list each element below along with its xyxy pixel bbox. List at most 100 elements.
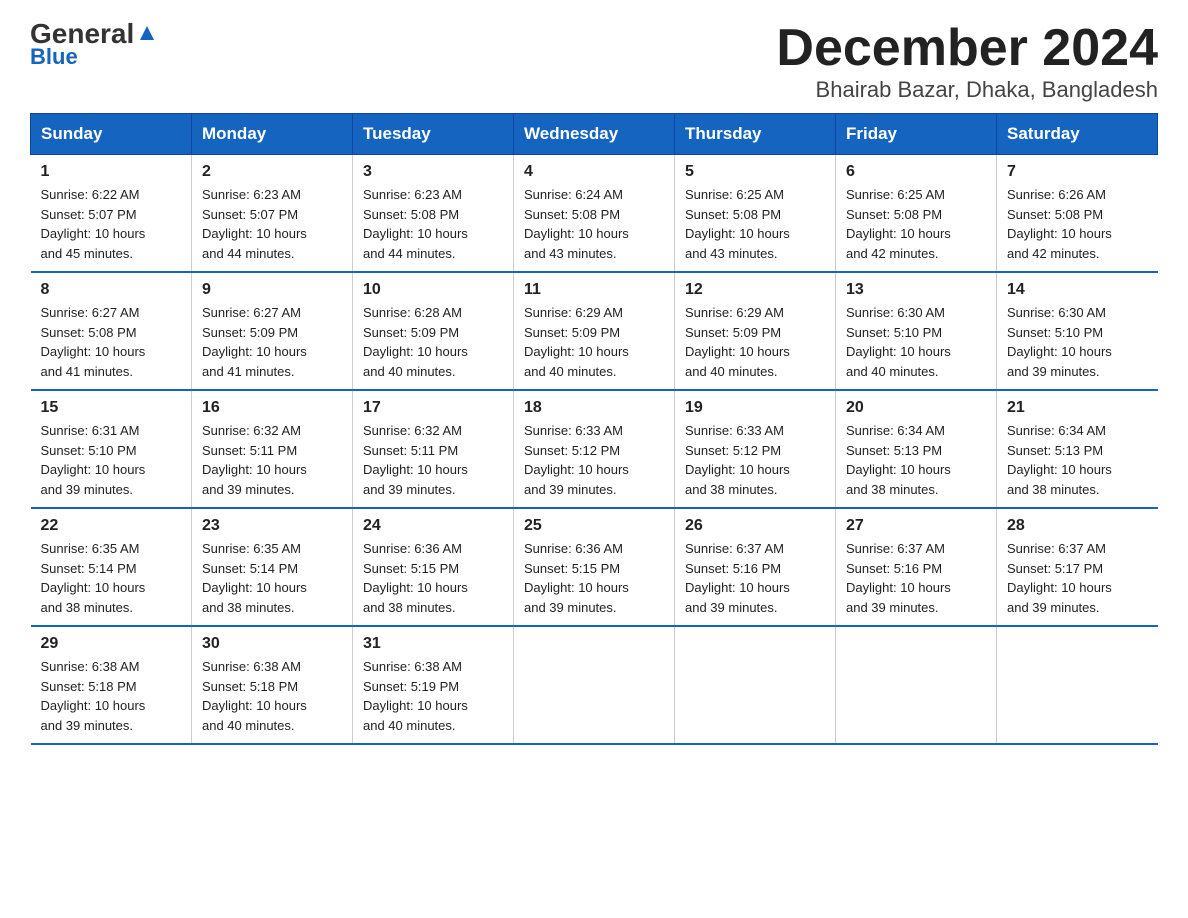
calendar-cell: 28 Sunrise: 6:37 AM Sunset: 5:17 PM Dayli… <box>997 508 1158 626</box>
calendar-cell: 7Sunrise: 6:26 AM Sunset: 5:08 PM Daylig… <box>997 155 1158 273</box>
week-row-1: 1 Sunrise: 6:22 AM Sunset: 5:07 PM Daylig… <box>31 155 1158 273</box>
calendar-cell: 15 Sunrise: 6:31 AM Sunset: 5:10 PM Dayli… <box>31 390 192 508</box>
calendar-cell: 2 Sunrise: 6:23 AM Sunset: 5:07 PM Daylig… <box>192 155 353 273</box>
calendar-cell: 13 Sunrise: 6:30 AM Sunset: 5:10 PM Dayli… <box>836 272 997 390</box>
calendar-cell <box>675 626 836 744</box>
title-block: December 2024 Bhairab Bazar, Dhaka, Bang… <box>776 20 1158 103</box>
calendar-cell: 27 Sunrise: 6:37 AM Sunset: 5:16 PM Dayli… <box>836 508 997 626</box>
day-info: Sunrise: 6:31 AM Sunset: 5:10 PM Dayligh… <box>41 421 182 499</box>
day-number: 21 <box>1007 399 1148 417</box>
calendar-cell: 19 Sunrise: 6:33 AM Sunset: 5:12 PM Dayli… <box>675 390 836 508</box>
day-number: 22 <box>41 517 182 535</box>
day-info: Sunrise: 6:29 AM Sunset: 5:09 PM Dayligh… <box>685 303 825 381</box>
day-info: Sunrise: 6:25 AM Sunset: 5:08 PM Dayligh… <box>846 185 986 263</box>
logo: General Blue <box>30 20 158 70</box>
header-tuesday: Tuesday <box>353 114 514 155</box>
day-info: Sunrise: 6:33 AM Sunset: 5:12 PM Dayligh… <box>524 421 664 499</box>
day-number: 13 <box>846 281 986 299</box>
week-row-2: 8Sunrise: 6:27 AM Sunset: 5:08 PM Daylig… <box>31 272 1158 390</box>
header-sunday: Sunday <box>31 114 192 155</box>
calendar-header: SundayMondayTuesdayWednesdayThursdayFrid… <box>31 114 1158 155</box>
day-info: Sunrise: 6:36 AM Sunset: 5:15 PM Dayligh… <box>363 539 503 617</box>
day-info: Sunrise: 6:27 AM Sunset: 5:08 PM Dayligh… <box>41 303 182 381</box>
calendar-cell: 24 Sunrise: 6:36 AM Sunset: 5:15 PM Dayli… <box>353 508 514 626</box>
calendar-cell: 17 Sunrise: 6:32 AM Sunset: 5:11 PM Dayli… <box>353 390 514 508</box>
day-number: 23 <box>202 517 342 535</box>
day-number: 26 <box>685 517 825 535</box>
header-row: SundayMondayTuesdayWednesdayThursdayFrid… <box>31 114 1158 155</box>
day-info: Sunrise: 6:37 AM Sunset: 5:17 PM Dayligh… <box>1007 539 1148 617</box>
header-saturday: Saturday <box>997 114 1158 155</box>
day-number: 3 <box>363 163 503 181</box>
calendar-cell: 14 Sunrise: 6:30 AM Sunset: 5:10 PM Dayli… <box>997 272 1158 390</box>
calendar-cell: 29Sunrise: 6:38 AM Sunset: 5:18 PM Dayli… <box>31 626 192 744</box>
day-number: 17 <box>363 399 503 417</box>
day-info: Sunrise: 6:35 AM Sunset: 5:14 PM Dayligh… <box>41 539 182 617</box>
day-number: 9 <box>202 281 342 299</box>
day-info: Sunrise: 6:33 AM Sunset: 5:12 PM Dayligh… <box>685 421 825 499</box>
day-info: Sunrise: 6:37 AM Sunset: 5:16 PM Dayligh… <box>846 539 986 617</box>
calendar-cell: 18Sunrise: 6:33 AM Sunset: 5:12 PM Dayli… <box>514 390 675 508</box>
header-wednesday: Wednesday <box>514 114 675 155</box>
header-thursday: Thursday <box>675 114 836 155</box>
week-row-3: 15 Sunrise: 6:31 AM Sunset: 5:10 PM Dayli… <box>31 390 1158 508</box>
header-friday: Friday <box>836 114 997 155</box>
day-info: Sunrise: 6:32 AM Sunset: 5:11 PM Dayligh… <box>202 421 342 499</box>
day-info: Sunrise: 6:24 AM Sunset: 5:08 PM Dayligh… <box>524 185 664 263</box>
day-info: Sunrise: 6:35 AM Sunset: 5:14 PM Dayligh… <box>202 539 342 617</box>
logo-triangle-icon <box>136 22 158 44</box>
calendar-cell: 3 Sunrise: 6:23 AM Sunset: 5:08 PM Daylig… <box>353 155 514 273</box>
calendar-table: SundayMondayTuesdayWednesdayThursdayFrid… <box>30 113 1158 745</box>
day-number: 25 <box>524 517 664 535</box>
day-info: Sunrise: 6:32 AM Sunset: 5:11 PM Dayligh… <box>363 421 503 499</box>
day-info: Sunrise: 6:23 AM Sunset: 5:08 PM Dayligh… <box>363 185 503 263</box>
calendar-cell: 16 Sunrise: 6:32 AM Sunset: 5:11 PM Dayli… <box>192 390 353 508</box>
page-header: General Blue December 2024 Bhairab Bazar… <box>30 20 1158 103</box>
day-info: Sunrise: 6:27 AM Sunset: 5:09 PM Dayligh… <box>202 303 342 381</box>
day-info: Sunrise: 6:36 AM Sunset: 5:15 PM Dayligh… <box>524 539 664 617</box>
day-info: Sunrise: 6:38 AM Sunset: 5:18 PM Dayligh… <box>41 657 182 735</box>
day-number: 12 <box>685 281 825 299</box>
calendar-cell: 25 Sunrise: 6:36 AM Sunset: 5:15 PM Dayli… <box>514 508 675 626</box>
calendar-cell: 5Sunrise: 6:25 AM Sunset: 5:08 PM Daylig… <box>675 155 836 273</box>
day-info: Sunrise: 6:29 AM Sunset: 5:09 PM Dayligh… <box>524 303 664 381</box>
calendar-cell: 30 Sunrise: 6:38 AM Sunset: 5:18 PM Dayli… <box>192 626 353 744</box>
day-number: 19 <box>685 399 825 417</box>
day-info: Sunrise: 6:38 AM Sunset: 5:19 PM Dayligh… <box>363 657 503 735</box>
week-row-5: 29Sunrise: 6:38 AM Sunset: 5:18 PM Dayli… <box>31 626 1158 744</box>
calendar-cell: 31 Sunrise: 6:38 AM Sunset: 5:19 PM Dayli… <box>353 626 514 744</box>
day-number: 27 <box>846 517 986 535</box>
calendar-cell <box>997 626 1158 744</box>
day-number: 1 <box>41 163 182 181</box>
day-number: 10 <box>363 281 503 299</box>
calendar-cell: 4 Sunrise: 6:24 AM Sunset: 5:08 PM Daylig… <box>514 155 675 273</box>
day-info: Sunrise: 6:22 AM Sunset: 5:07 PM Dayligh… <box>41 185 182 263</box>
calendar-cell: 6Sunrise: 6:25 AM Sunset: 5:08 PM Daylig… <box>836 155 997 273</box>
day-info: Sunrise: 6:23 AM Sunset: 5:07 PM Dayligh… <box>202 185 342 263</box>
calendar-cell: 1 Sunrise: 6:22 AM Sunset: 5:07 PM Daylig… <box>31 155 192 273</box>
day-number: 30 <box>202 635 342 653</box>
location-subtitle: Bhairab Bazar, Dhaka, Bangladesh <box>776 77 1158 103</box>
day-number: 15 <box>41 399 182 417</box>
day-number: 24 <box>363 517 503 535</box>
day-number: 16 <box>202 399 342 417</box>
day-number: 28 <box>1007 517 1148 535</box>
calendar-cell: 20Sunrise: 6:34 AM Sunset: 5:13 PM Dayli… <box>836 390 997 508</box>
day-number: 4 <box>524 163 664 181</box>
day-info: Sunrise: 6:37 AM Sunset: 5:16 PM Dayligh… <box>685 539 825 617</box>
calendar-cell: 22 Sunrise: 6:35 AM Sunset: 5:14 PM Dayli… <box>31 508 192 626</box>
day-info: Sunrise: 6:30 AM Sunset: 5:10 PM Dayligh… <box>1007 303 1148 381</box>
day-number: 14 <box>1007 281 1148 299</box>
calendar-cell: 12 Sunrise: 6:29 AM Sunset: 5:09 PM Dayli… <box>675 272 836 390</box>
day-number: 20 <box>846 399 986 417</box>
day-number: 7 <box>1007 163 1148 181</box>
day-number: 11 <box>524 281 664 299</box>
day-number: 31 <box>363 635 503 653</box>
calendar-cell: 26 Sunrise: 6:37 AM Sunset: 5:16 PM Dayli… <box>675 508 836 626</box>
day-info: Sunrise: 6:30 AM Sunset: 5:10 PM Dayligh… <box>846 303 986 381</box>
day-number: 2 <box>202 163 342 181</box>
header-monday: Monday <box>192 114 353 155</box>
day-number: 5 <box>685 163 825 181</box>
day-info: Sunrise: 6:38 AM Sunset: 5:18 PM Dayligh… <box>202 657 342 735</box>
day-info: Sunrise: 6:34 AM Sunset: 5:13 PM Dayligh… <box>1007 421 1148 499</box>
